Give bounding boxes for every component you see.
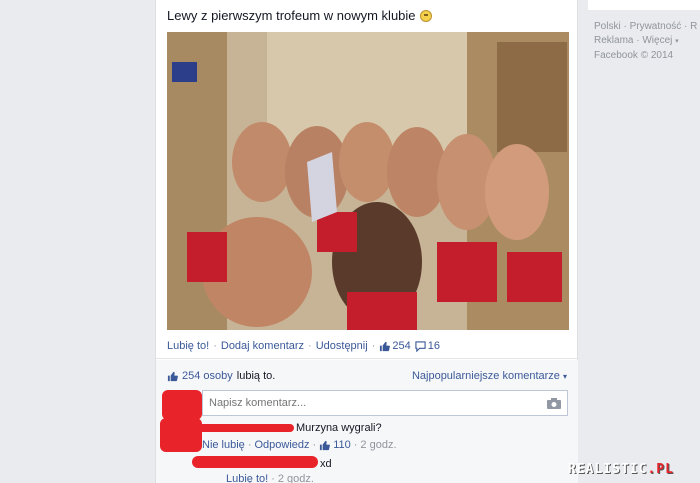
likes-suffix: lubią to. [236, 370, 276, 382]
likes-summary: 254 osoby lubią to. [167, 370, 275, 382]
left-gap [0, 0, 155, 483]
locker-room-photo [167, 32, 569, 330]
like-count[interactable]: 254 [379, 340, 411, 352]
censored-avatar [162, 390, 202, 420]
comment-icon [415, 340, 426, 352]
camera-icon[interactable] [547, 397, 561, 409]
right-column: Polski · Prywatność · R Reklama · Więcej… [578, 0, 700, 483]
censored-name [192, 456, 318, 468]
thumbs-up-icon [167, 371, 178, 381]
footer-privacy[interactable]: Prywatność [630, 21, 682, 32]
divider [156, 358, 579, 359]
thumbs-up-icon [380, 341, 391, 351]
likers-link[interactable]: 254 osoby [182, 370, 233, 382]
comment-count[interactable]: 16 [415, 340, 440, 352]
post-caption: Lewy z pierwszym trofeum w nowym klubie [167, 8, 416, 23]
footer-language[interactable]: Polski [594, 21, 621, 32]
post-actions: Lubię to! · Dodaj komentarz · Udostępnij… [167, 340, 440, 352]
reply-text: xd [320, 458, 332, 470]
footer-links: Polski · Prywatność · R Reklama · Więcej… [594, 20, 700, 63]
comment-input-box[interactable] [202, 390, 568, 416]
comment-text: Murzyna wygrali? [296, 422, 382, 434]
like-link[interactable]: Lubię to! [167, 340, 209, 352]
smile-emoji-icon [419, 9, 432, 22]
footer-copyright: Facebook © 2014 [594, 50, 674, 61]
comment-meta: Nie lubię · Odpowiedz · 110 · 2 godz. [202, 439, 397, 451]
post-photo[interactable] [167, 32, 569, 330]
comment-time: 2 godz. [360, 439, 397, 451]
censored-avatar [160, 418, 202, 452]
comment-like-count[interactable]: 110 [333, 439, 351, 451]
censored-name [196, 424, 294, 432]
post-text: Lewy z pierwszym trofeum w nowym klubie [167, 8, 432, 23]
add-comment-link[interactable]: Dodaj komentarz [221, 340, 304, 352]
sort-comments-dropdown[interactable]: Najpopularniejsze komentarze ▾ [412, 370, 567, 382]
reply-like-link[interactable]: Lubię to! [226, 473, 268, 483]
footer-ads[interactable]: Reklama [594, 35, 633, 46]
footer-r[interactable]: R [690, 21, 697, 32]
thumbs-up-icon [320, 440, 331, 450]
post-card: Lewy z pierwszym trofeum w nowym klubie [155, 0, 579, 483]
unlike-link[interactable]: Nie lubię [202, 439, 245, 451]
watermark: REALISTIC.PL [568, 462, 674, 477]
chevron-down-icon: ▾ [675, 38, 679, 45]
comments-section: 254 osoby lubią to. Najpopularniejsze ko… [156, 360, 579, 483]
chevron-down-icon: ▾ [562, 372, 567, 381]
reply-time: 2 godz. [277, 473, 314, 483]
reply-link[interactable]: Odpowiedz [254, 439, 309, 451]
share-link[interactable]: Udostępnij [316, 340, 368, 352]
comment-input[interactable] [209, 397, 547, 409]
reply-meta: Lubię to! · 2 godz. [226, 473, 314, 483]
footer-more[interactable]: Więcej [642, 35, 672, 46]
